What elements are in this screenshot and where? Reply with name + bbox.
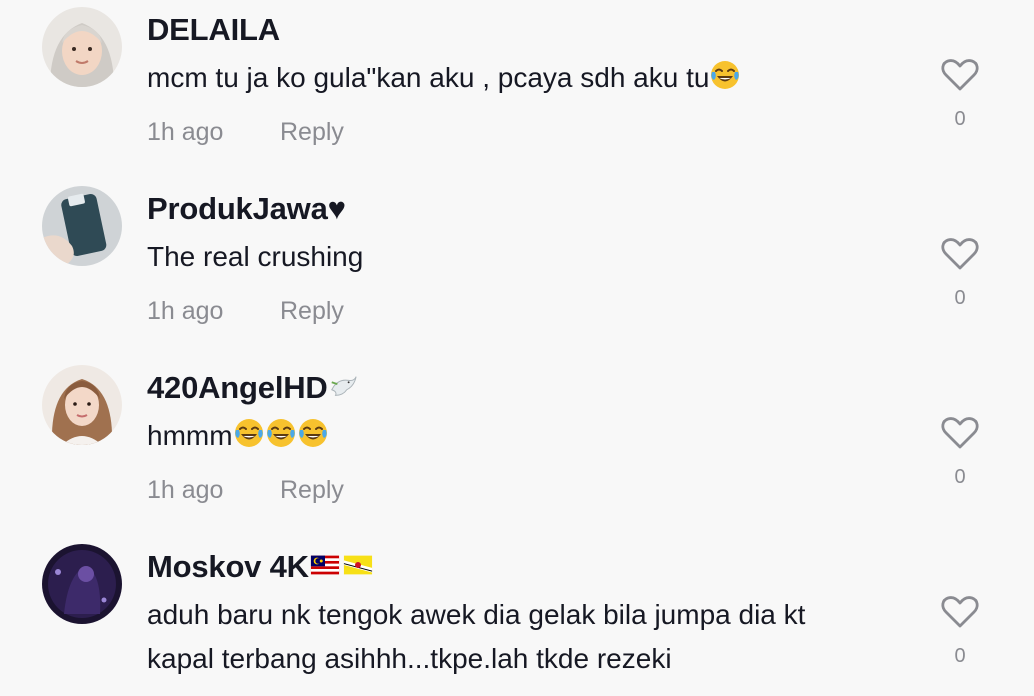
malaysia-flag-icon [310, 555, 339, 575]
comment-meta: 1h ago Reply [147, 118, 344, 147]
comment-text: hmmm [147, 414, 917, 458]
username[interactable]: Moskov 4K [147, 549, 373, 585]
laughing-emoji-icon [709, 59, 741, 91]
heart-icon[interactable] [940, 592, 980, 632]
username[interactable]: 420AngelHD [147, 370, 358, 406]
heart-icon[interactable] [940, 234, 980, 274]
like-count: 0 [954, 466, 966, 488]
username[interactable]: DELAILA [147, 12, 280, 48]
username[interactable]: ProdukJawa♥ [147, 191, 346, 227]
laughing-emoji-icon [265, 417, 297, 449]
username-text: 420AngelHD [147, 370, 328, 405]
comment-text: The real crushing [147, 235, 917, 279]
username-text: Moskov 4K [147, 549, 309, 584]
comment-list: DELAILA mcm tu ja ko gula"kan aku , pcay… [0, 0, 1034, 696]
avatar[interactable] [42, 365, 122, 445]
like-count: 0 [954, 108, 966, 130]
timestamp: 1h ago [147, 297, 224, 325]
comment-text-content: mcm tu ja ko gula"kan aku , pcaya sdh ak… [147, 62, 710, 93]
avatar[interactable] [42, 544, 122, 624]
brunei-flag-icon [343, 555, 372, 575]
comment-text-line: kapal terbang asihhh...tkpe.lah tkde rez… [147, 643, 672, 674]
reply-button[interactable]: Reply [280, 476, 344, 505]
dove-emoji-icon [330, 376, 357, 396]
laughing-emoji-icon [233, 417, 265, 449]
comment-text: mcm tu ja ko gula"kan aku , pcaya sdh ak… [147, 56, 917, 100]
comment-meta: 1h ago Reply [147, 297, 344, 326]
avatar[interactable] [42, 186, 122, 266]
timestamp: 1h ago [147, 476, 224, 504]
comment-text-content: hmmm [147, 420, 233, 451]
comment-text-line: aduh baru nk tengok awek dia gelak bila … [147, 599, 806, 630]
timestamp: 1h ago [147, 118, 224, 146]
comment-meta: 1h ago Reply [147, 476, 344, 505]
heart-icon[interactable] [940, 55, 980, 95]
like-count: 0 [954, 287, 966, 309]
comment-text-content: The real crushing [147, 241, 364, 272]
avatar[interactable] [42, 7, 122, 87]
reply-button[interactable]: Reply [280, 297, 344, 326]
heart-icon[interactable] [940, 413, 980, 453]
comment-text: aduh baru nk tengok awek dia gelak bila … [147, 593, 917, 681]
laughing-emoji-icon [297, 417, 329, 449]
like-count: 0 [954, 645, 966, 667]
reply-button[interactable]: Reply [280, 118, 344, 147]
